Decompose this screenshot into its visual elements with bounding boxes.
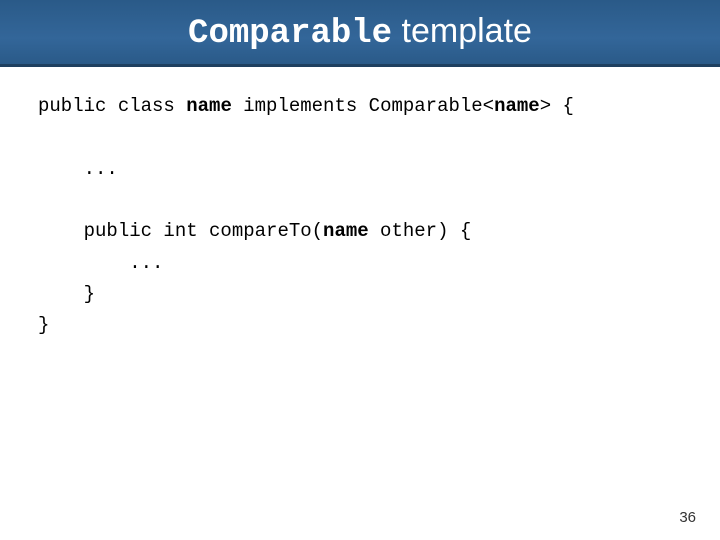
code-brace: } bbox=[38, 314, 49, 336]
code-block: public class name implements Comparable<… bbox=[0, 67, 720, 342]
code-bold-name-1: name bbox=[186, 95, 232, 117]
code-bold-name-2: name bbox=[494, 95, 540, 117]
code-ellipsis: ... bbox=[38, 158, 118, 180]
code-text: public class bbox=[38, 95, 186, 117]
code-ellipsis: ... bbox=[38, 252, 163, 274]
page-number: 36 bbox=[679, 509, 696, 526]
code-text: public int compareTo( bbox=[38, 220, 323, 242]
code-bold-name-3: name bbox=[323, 220, 369, 242]
slide-title: Comparable template bbox=[188, 12, 532, 53]
slide: Comparable template public class name im… bbox=[0, 0, 720, 540]
code-text: other) { bbox=[369, 220, 472, 242]
code-text: implements Comparable< bbox=[232, 95, 494, 117]
code-brace: } bbox=[38, 283, 95, 305]
title-sans: template bbox=[392, 12, 532, 50]
code-text: > { bbox=[540, 95, 574, 117]
title-bar: Comparable template bbox=[0, 0, 720, 67]
title-mono: Comparable bbox=[188, 15, 392, 53]
